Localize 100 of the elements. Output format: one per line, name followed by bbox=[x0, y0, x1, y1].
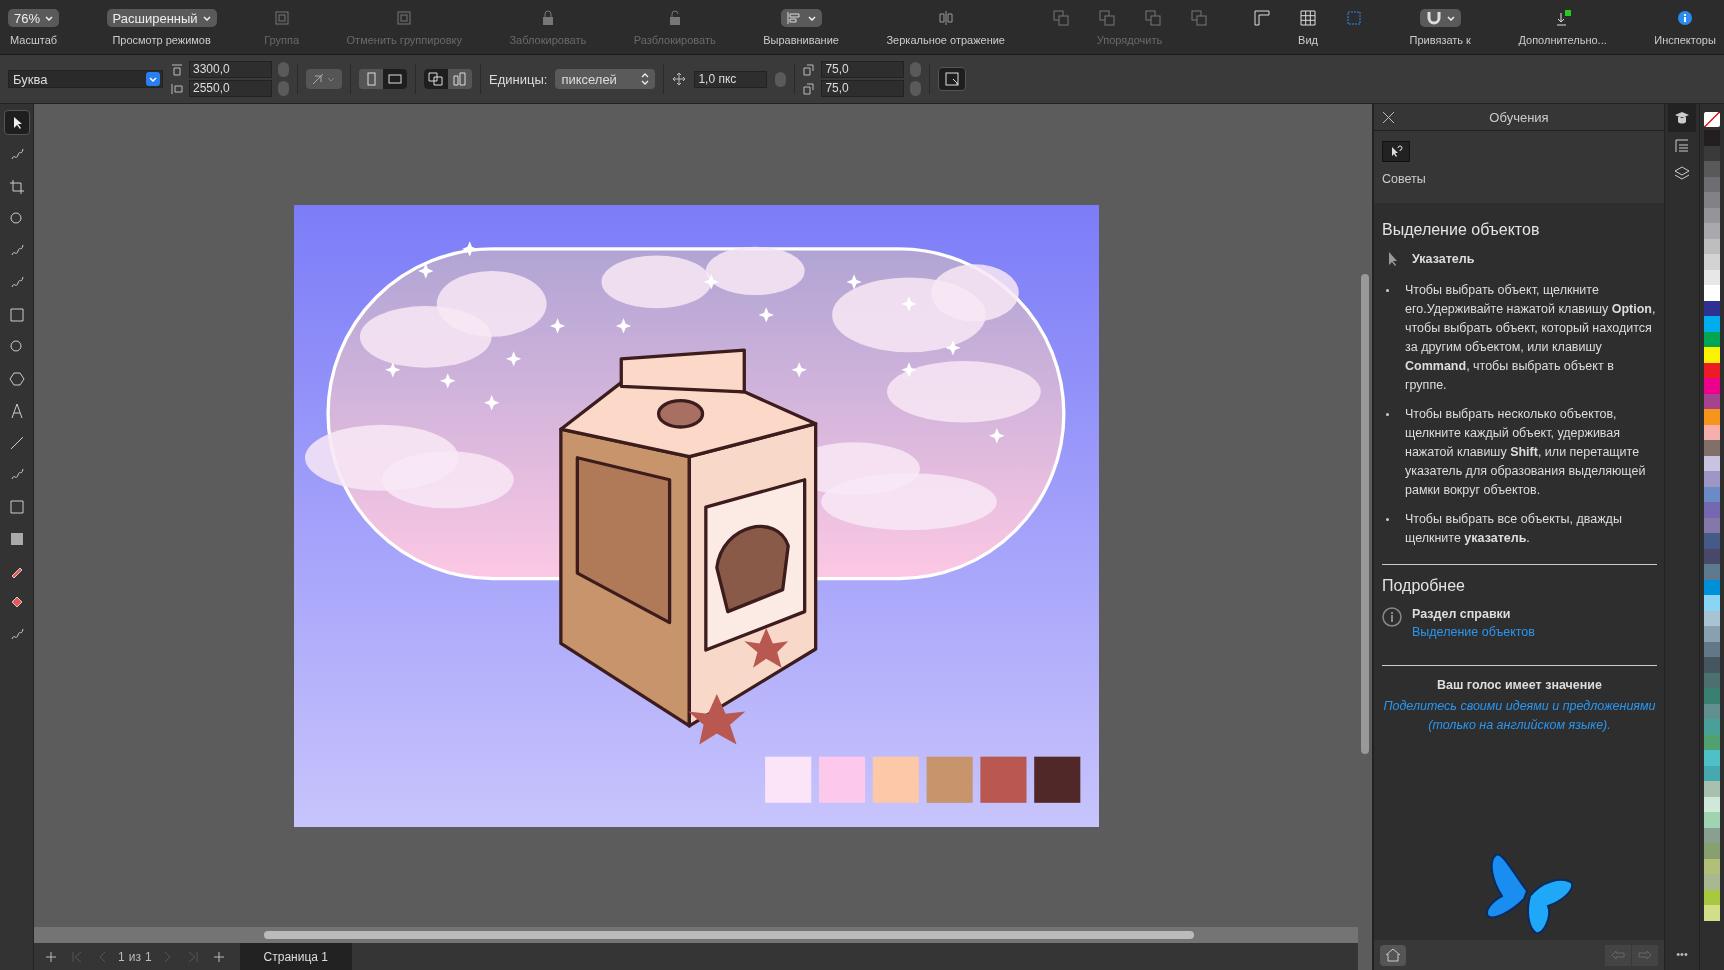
lock-icon[interactable] bbox=[540, 10, 555, 26]
page-options-dropdown[interactable] bbox=[306, 69, 342, 89]
dropdown-button[interactable]: 76% bbox=[8, 9, 60, 27]
color-swatch[interactable] bbox=[1704, 316, 1720, 332]
toolbar-label: Дополнительно... bbox=[1518, 34, 1607, 46]
page-total: 1 bbox=[144, 949, 152, 964]
feedback-link[interactable]: Поделитесь своими идеями и предложениями (только на английском языке). bbox=[1382, 697, 1657, 735]
last-page-icon[interactable] bbox=[187, 951, 198, 962]
first-page-icon[interactable] bbox=[72, 951, 82, 962]
close-icon[interactable] bbox=[1383, 112, 1394, 123]
toolbar-label: Инспекторы bbox=[1654, 34, 1716, 46]
color-swatch[interactable] bbox=[1704, 254, 1720, 270]
color-swatch[interactable] bbox=[1704, 347, 1720, 363]
landscape-icon bbox=[388, 72, 402, 86]
color-swatch[interactable] bbox=[1704, 719, 1720, 735]
nudge-field[interactable]: 1,0 пкс bbox=[694, 70, 768, 88]
color-swatch[interactable] bbox=[1704, 285, 1720, 301]
color-swatch[interactable] bbox=[1704, 688, 1720, 704]
color-swatch[interactable] bbox=[1704, 905, 1720, 921]
duplicate-x-field[interactable]: 75,0 bbox=[821, 61, 905, 78]
add-page-icon[interactable] bbox=[46, 951, 56, 962]
arrange-icon[interactable] bbox=[1190, 10, 1207, 26]
color-swatch[interactable] bbox=[1704, 843, 1720, 859]
previous-page-icon[interactable] bbox=[98, 951, 108, 962]
width-field[interactable]: 3300,0 bbox=[189, 61, 272, 78]
guidelines-icon[interactable] bbox=[1346, 10, 1362, 26]
align-dropdown[interactable] bbox=[780, 9, 822, 27]
height-field[interactable]: 2550,0 bbox=[189, 80, 272, 97]
page-size-select[interactable]: Буква bbox=[8, 70, 163, 88]
tip-text: Чтобы выбрать несколько объектов, щелкните каждый объект, удерживая нажатой клавишу Shift, или перетащите указатель для образования выделяющей рамки вокруг объектов. bbox=[1405, 406, 1647, 499]
home-button[interactable] bbox=[1380, 944, 1406, 966]
scrollbar-thumb[interactable] bbox=[1361, 274, 1369, 754]
forward-button[interactable] bbox=[1632, 944, 1658, 966]
duplicate-y-field[interactable]: 75,0 bbox=[821, 80, 905, 97]
color-swatch[interactable] bbox=[1704, 533, 1720, 549]
color-swatch[interactable] bbox=[1704, 812, 1720, 828]
learn-tab[interactable] bbox=[1668, 104, 1696, 132]
color-swatch[interactable] bbox=[1704, 161, 1720, 177]
stepper[interactable] bbox=[910, 81, 922, 96]
color-swatch[interactable] bbox=[1704, 223, 1720, 239]
arrange-icon[interactable] bbox=[1144, 10, 1161, 26]
color-swatch[interactable] bbox=[1704, 595, 1720, 611]
color-swatch[interactable] bbox=[1704, 440, 1720, 456]
scrollbar-thumb[interactable] bbox=[264, 931, 1194, 939]
stepper[interactable] bbox=[910, 62, 922, 77]
arrange-icon[interactable] bbox=[1098, 10, 1115, 26]
color-swatch[interactable] bbox=[1704, 657, 1720, 673]
stepper[interactable] bbox=[278, 62, 289, 77]
color-swatch[interactable] bbox=[1704, 471, 1720, 487]
stepper[interactable] bbox=[278, 81, 289, 96]
toolbar-label: Вид bbox=[1298, 34, 1318, 46]
section-label: Советы bbox=[1382, 172, 1426, 186]
tool-name: Указатель bbox=[1412, 252, 1475, 266]
bounding-box-button[interactable] bbox=[938, 67, 967, 91]
help-link[interactable]: Выделение объектов bbox=[1412, 625, 1535, 639]
color-swatch[interactable] bbox=[1704, 409, 1720, 425]
color-swatch[interactable] bbox=[1704, 192, 1720, 208]
color-swatch[interactable] bbox=[1704, 502, 1720, 518]
page-tab[interactable]: Страница 1 bbox=[239, 943, 352, 970]
overlapping-pages-icon bbox=[428, 72, 444, 86]
info-icon[interactable] bbox=[1677, 10, 1694, 26]
crop-icon bbox=[8, 178, 25, 195]
color-swatch[interactable] bbox=[1704, 378, 1720, 394]
duplicate-y-icon bbox=[803, 82, 816, 95]
add-page-icon[interactable] bbox=[213, 951, 224, 962]
properties-icon bbox=[1674, 138, 1690, 154]
info-icon bbox=[1382, 607, 1402, 627]
bounding-box-icon bbox=[944, 71, 961, 87]
grid-icon[interactable] bbox=[1300, 10, 1316, 26]
toolbar-label: Зеркальное отражение bbox=[886, 34, 1005, 46]
color-swatch[interactable] bbox=[1704, 626, 1720, 642]
caret-icon bbox=[807, 15, 816, 21]
download-plus-icon[interactable] bbox=[1554, 10, 1571, 26]
align-icon bbox=[786, 12, 803, 24]
pointer-help-button[interactable] bbox=[1382, 141, 1410, 162]
units-select[interactable]: пикселей bbox=[555, 69, 656, 89]
no-color-swatch[interactable] bbox=[1704, 112, 1720, 127]
ruler-icon[interactable] bbox=[1254, 10, 1270, 26]
arrange-icon[interactable] bbox=[1052, 10, 1069, 26]
all-pages-button[interactable] bbox=[424, 69, 448, 89]
magnet-dropdown[interactable] bbox=[1419, 9, 1461, 27]
color-swatch[interactable] bbox=[1704, 781, 1720, 797]
more-options[interactable]: ••• bbox=[1676, 948, 1688, 960]
dropdown-button[interactable]: Расширенный bbox=[106, 9, 217, 27]
group-icon[interactable] bbox=[396, 10, 413, 26]
color-swatch[interactable] bbox=[1704, 874, 1720, 890]
color-swatch[interactable] bbox=[1704, 130, 1720, 146]
group-icon[interactable] bbox=[273, 10, 290, 26]
color-swatch[interactable] bbox=[1704, 750, 1720, 766]
caret-icon bbox=[202, 15, 211, 21]
mirror-icon[interactable] bbox=[937, 10, 954, 26]
page-of-label: из bbox=[128, 949, 141, 964]
pointer-tool[interactable] bbox=[3, 110, 30, 135]
lock-icon[interactable] bbox=[667, 10, 682, 26]
stepper[interactable] bbox=[775, 71, 787, 87]
layers-icon bbox=[1674, 166, 1690, 182]
back-button[interactable] bbox=[1605, 944, 1631, 966]
landscape-button[interactable] bbox=[383, 69, 407, 89]
toolbar-label: Масштаб bbox=[10, 34, 58, 46]
color-swatch[interactable] bbox=[1704, 564, 1720, 580]
